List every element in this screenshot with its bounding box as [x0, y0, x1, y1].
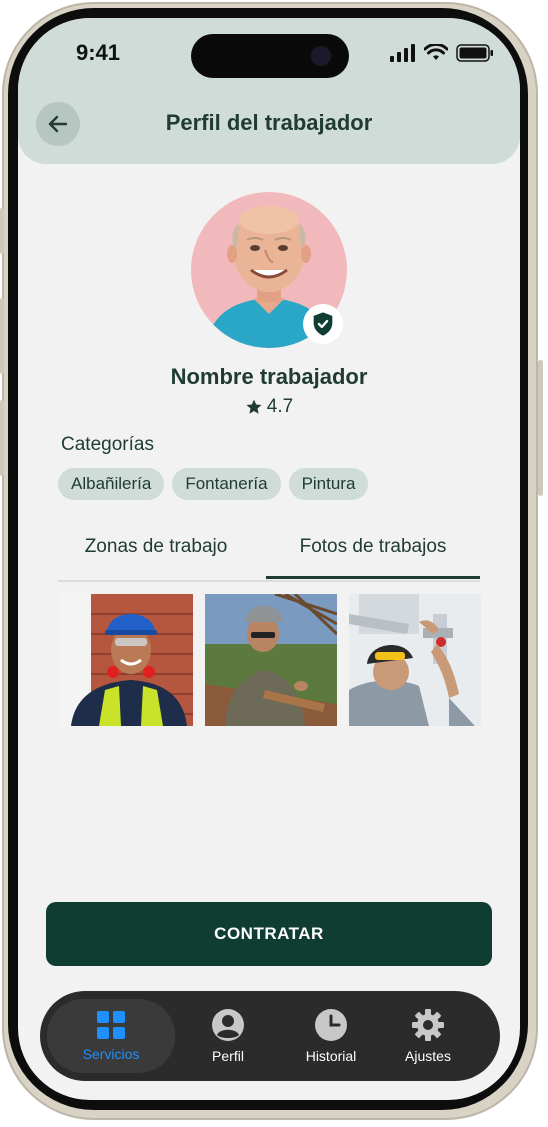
- side-button-volume-down: [0, 400, 4, 476]
- camera-icon: [311, 46, 331, 66]
- nav-label-perfil: Perfil: [212, 1048, 244, 1064]
- tab-fotos-de-trabajos[interactable]: Fotos de trabajos: [266, 536, 480, 558]
- avatar-container: [191, 192, 347, 348]
- gear-icon: [412, 1009, 444, 1041]
- nav-label-servicios: Servicios: [82, 1046, 140, 1062]
- side-button-power: [538, 360, 543, 496]
- battery-icon: [456, 44, 493, 62]
- status-icons: [390, 44, 494, 62]
- hire-button[interactable]: CONTRATAR: [46, 902, 492, 966]
- user-circle-icon: [212, 1009, 244, 1041]
- bottom-nav: Servicios Perfil Historial Ajustes: [40, 991, 500, 1081]
- star-icon: [246, 399, 262, 414]
- side-button-volume-up: [0, 298, 4, 374]
- nav-label-ajustes: Ajustes: [405, 1048, 451, 1064]
- photo-plumber: [349, 594, 481, 726]
- status-time: 9:41: [76, 40, 121, 65]
- tab-active-indicator: [266, 576, 480, 579]
- photo-carpenter: [205, 594, 337, 726]
- rating: 4.7: [18, 396, 520, 418]
- app-header: 9:41 Perfil del trabajador: [18, 18, 520, 164]
- nav-label-historial: Historial: [305, 1048, 357, 1064]
- side-button-action: [0, 208, 4, 254]
- tab-bar: Zonas de trabajo Fotos de trabajos: [58, 528, 480, 582]
- nav-item-ajustes[interactable]: Ajustes: [388, 999, 468, 1073]
- chip-albanileria[interactable]: Albañilería: [58, 468, 165, 500]
- chip-fontaneria[interactable]: Fontanería: [172, 468, 281, 500]
- signal-icon: [390, 44, 415, 62]
- work-photo[interactable]: [205, 594, 337, 726]
- worker-name: Nombre trabajador: [170, 364, 368, 389]
- verified-badge: [303, 304, 343, 344]
- work-photo[interactable]: [61, 594, 193, 726]
- page-title: Perfil del trabajador: [165, 110, 373, 135]
- photo-builder-helmet: [61, 594, 193, 726]
- categories-label: Categorías: [61, 434, 154, 455]
- nav-item-historial[interactable]: Historial: [286, 999, 376, 1073]
- screen: 9:41 Perfil del trabajador Nombre trabaj…: [18, 18, 520, 1100]
- clock-icon: [315, 1009, 347, 1041]
- category-chips: Albañilería Fontanería Pintura: [58, 468, 369, 500]
- chip-pintura[interactable]: Pintura: [288, 468, 369, 500]
- dynamic-island: [191, 34, 349, 78]
- wifi-icon: [424, 44, 448, 60]
- tab-zonas-de-trabajo[interactable]: Zonas de trabajo: [58, 536, 254, 558]
- work-photo[interactable]: [349, 594, 481, 726]
- rating-value: 4.7: [266, 396, 294, 417]
- work-photos-grid: [61, 594, 481, 726]
- nav-item-servicios[interactable]: Servicios: [47, 999, 175, 1073]
- shield-check-icon: [313, 312, 333, 336]
- nav-item-perfil[interactable]: Perfil: [188, 999, 268, 1073]
- grid-icon: [97, 1011, 125, 1039]
